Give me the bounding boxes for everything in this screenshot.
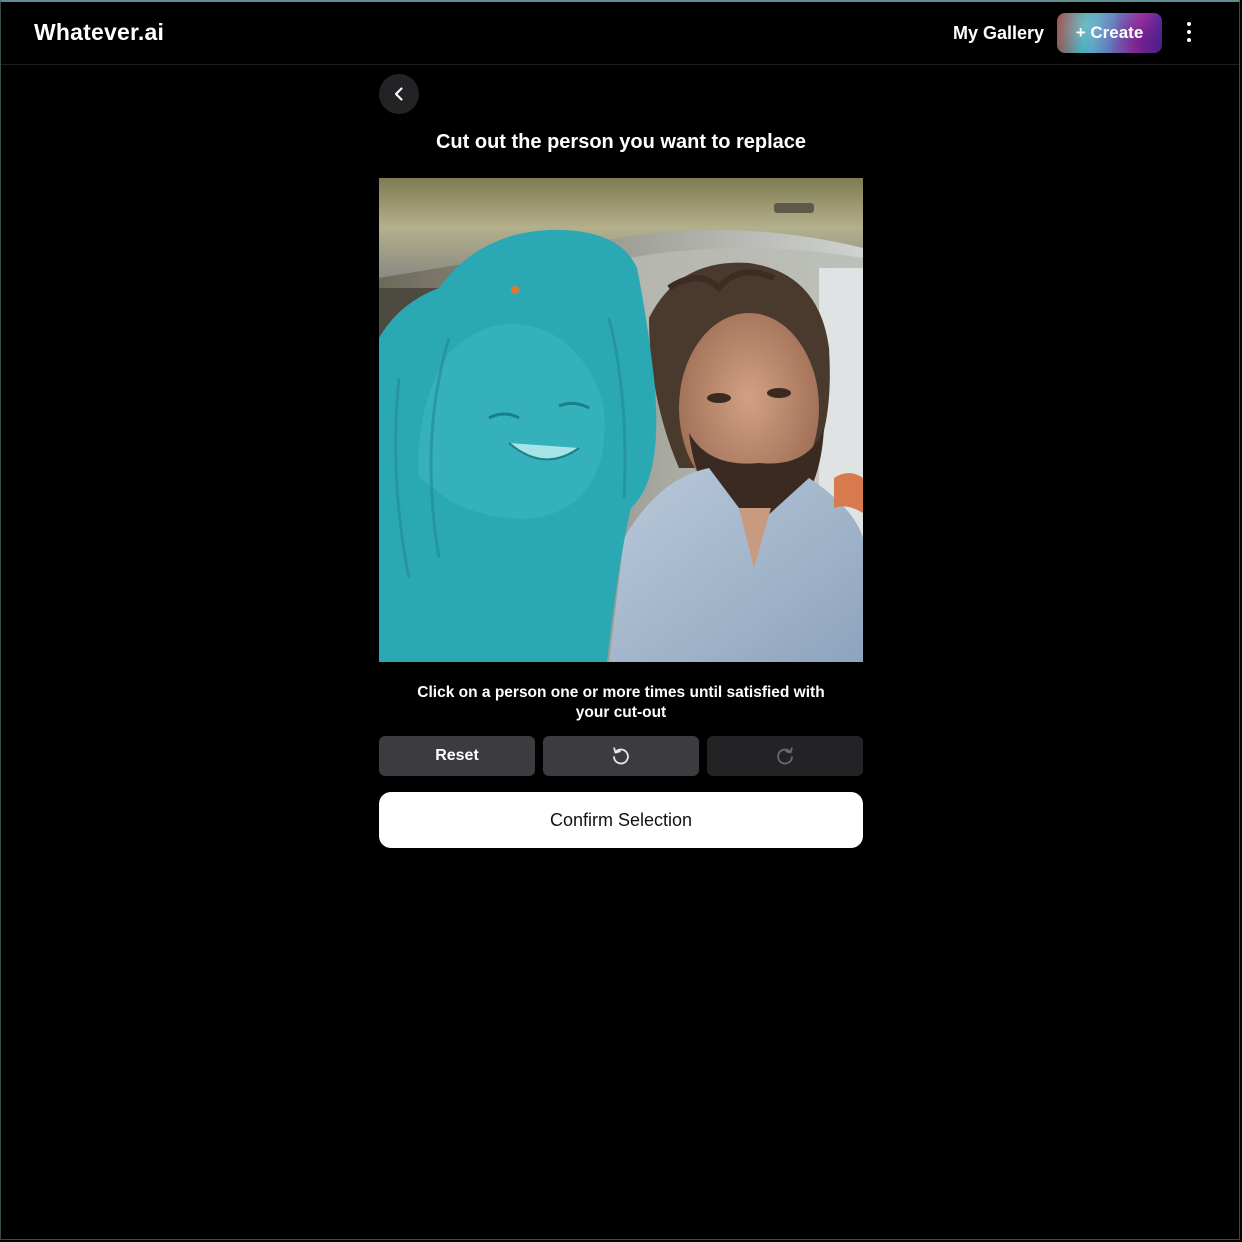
create-button-label: + Create	[1075, 23, 1144, 42]
selection-canvas[interactable]	[379, 178, 863, 662]
reset-button[interactable]: Reset	[379, 736, 535, 776]
redo-button[interactable]	[707, 736, 863, 776]
page-title: Cut out the person you want to replace	[435, 131, 807, 153]
redo-icon	[777, 747, 793, 765]
create-button[interactable]: + Create	[1057, 13, 1162, 53]
more-vertical-icon[interactable]	[1179, 22, 1199, 46]
chevron-left-icon	[394, 87, 403, 101]
photo-image[interactable]	[379, 178, 863, 662]
back-button[interactable]	[379, 74, 419, 114]
selection-hint: Click on a person one or more times unti…	[417, 684, 825, 721]
confirm-selection-button[interactable]: Confirm Selection	[379, 792, 863, 848]
brand-logo[interactable]: Whatever.ai	[34, 19, 164, 46]
undo-button[interactable]	[543, 736, 699, 776]
undo-icon	[613, 747, 629, 765]
my-gallery-link[interactable]: My Gallery	[953, 23, 1044, 44]
top-navigation-bar: Whatever.ai My Gallery + Create	[1, 2, 1239, 65]
